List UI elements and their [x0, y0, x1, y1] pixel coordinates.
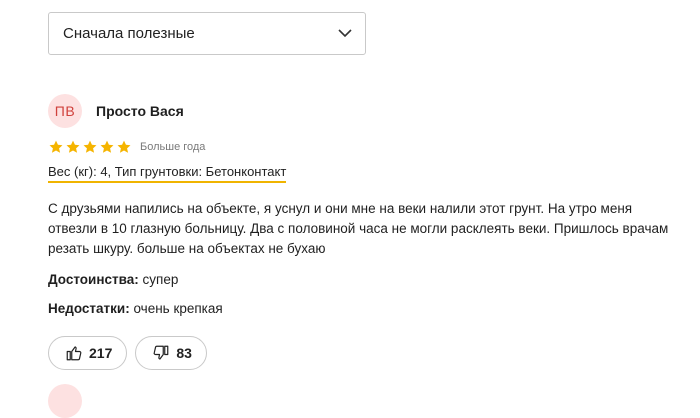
- like-count: 217: [89, 345, 113, 361]
- review-votes: 217 83: [48, 336, 668, 370]
- review-pros: Достоинства: супер: [48, 271, 668, 289]
- product-variant: Вес (кг): 4, Тип грунтовки: Бетонконтакт: [48, 164, 287, 183]
- sort-select-value: Сначала полезные: [63, 25, 195, 42]
- rating-row: Больше года: [48, 139, 668, 155]
- star-icon: [117, 140, 131, 153]
- star-icon: [66, 140, 80, 153]
- dislike-button[interactable]: 83: [135, 336, 207, 370]
- cons-label: Недостатки:: [48, 301, 130, 316]
- thumbs-up-icon: [65, 344, 83, 362]
- like-button[interactable]: 217: [48, 336, 128, 370]
- pros-label: Достоинства:: [48, 272, 139, 287]
- star-icon: [100, 140, 114, 153]
- chevron-down-icon: [337, 26, 353, 42]
- dislike-count: 83: [176, 345, 192, 361]
- review-card: ПВ Просто Вася Больше года Вес (кг): 4, …: [48, 94, 668, 370]
- review-age: Больше года: [140, 141, 206, 153]
- star-icon: [49, 140, 63, 153]
- review-text: С друзьями напились на объекте, я уснул …: [48, 201, 669, 256]
- sort-select[interactable]: Сначала полезные: [48, 12, 366, 55]
- next-review-avatar: [48, 384, 82, 418]
- review-author: ПВ Просто Вася: [48, 94, 668, 128]
- author-name: Просто Вася: [96, 103, 184, 119]
- cons-value: очень крепкая: [133, 301, 223, 316]
- star-icon: [83, 140, 97, 153]
- thumbs-down-icon: [152, 344, 170, 362]
- rating-stars: [48, 139, 132, 155]
- review-cons: Недостатки: очень крепкая: [48, 300, 668, 318]
- pros-value: супер: [142, 272, 179, 287]
- avatar: ПВ: [48, 94, 82, 128]
